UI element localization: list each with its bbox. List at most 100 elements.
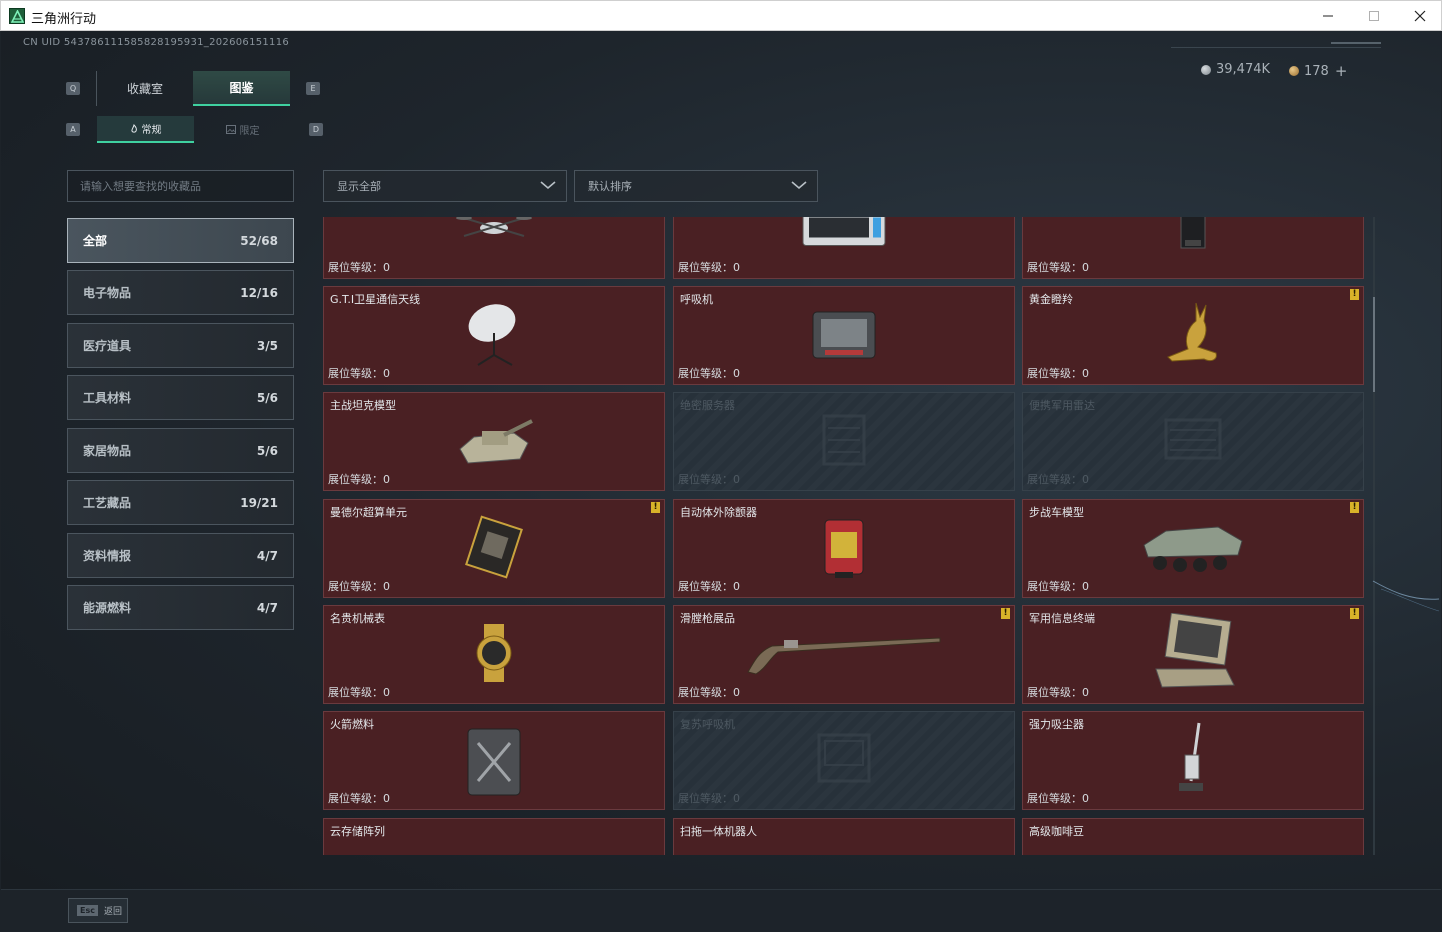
card-level: 展位等级：0	[1027, 578, 1089, 594]
card-title: 强力吸尘器	[1029, 718, 1084, 731]
card-level-label: 展位等级：	[1027, 580, 1082, 593]
vacuum-icon	[1173, 721, 1213, 801]
collection-card[interactable]: 高级咖啡豆展位等级：0	[1022, 818, 1364, 855]
card-level: 展位等级：0	[328, 365, 390, 381]
card-level-label: 展位等级：	[678, 580, 733, 593]
collection-card[interactable]: 军用信息终端 展位等级：0!	[1022, 605, 1364, 704]
card-level-label: 展位等级：	[1027, 473, 1082, 486]
card-title: 高级咖啡豆	[1029, 825, 1084, 838]
currency-gold[interactable]: 178 +	[1289, 62, 1347, 80]
category-crafts[interactable]: 工艺藏品 19/21	[67, 480, 294, 525]
category-fuel[interactable]: 能源燃料 4/7	[67, 585, 294, 630]
server-rack-icon	[814, 410, 874, 474]
tab-codex[interactable]: 图鉴	[193, 71, 290, 106]
collection-card[interactable]: 主战坦克模型 展位等级：0	[323, 392, 665, 491]
card-title: 步战车模型	[1029, 506, 1084, 519]
collection-card[interactable]: 步战车模型 展位等级：0!	[1022, 499, 1364, 598]
card-level-label: 展位等级：	[678, 473, 733, 486]
category-label: 电子物品	[83, 286, 132, 300]
card-level: 展位等级：0	[678, 259, 740, 275]
card-level: 展位等级：0	[328, 684, 390, 700]
storage-array-icon	[439, 851, 549, 856]
gold-coin-icon	[1289, 66, 1299, 76]
collection-card[interactable]: 扫拖一体机器人展位等级：0	[673, 818, 1015, 855]
card-level-value: 0	[1082, 686, 1089, 699]
card-level: 展位等级：0	[678, 578, 740, 594]
card-title: 军用信息终端	[1029, 612, 1095, 625]
collection-card[interactable]: 强力吸尘器 展位等级：0	[1022, 711, 1364, 810]
alert-badge-icon: !	[651, 502, 660, 513]
filter-dropdown-value: 显示全部	[337, 180, 381, 193]
subtab-normal[interactable]: 常规	[97, 116, 194, 143]
close-button[interactable]	[1397, 1, 1442, 31]
collection-card[interactable]: 展位等级：0	[1022, 217, 1364, 279]
card-level-label: 展位等级：	[1027, 367, 1082, 380]
card-level-label: 展位等级：	[328, 367, 383, 380]
header-divider	[1331, 42, 1381, 44]
card-level-label: 展位等级：	[328, 261, 383, 274]
collection-card[interactable]: 自动体外除颤器 展位等级：0	[673, 499, 1015, 598]
card-level-label: 展位等级：	[328, 580, 383, 593]
card-level-label: 展位等级：	[678, 686, 733, 699]
tab-collection-room[interactable]: 收藏室	[96, 71, 193, 106]
back-button[interactable]: Esc 返回	[68, 898, 128, 923]
category-intel[interactable]: 资料情报 4/7	[67, 533, 294, 578]
resuscitator-icon	[809, 729, 879, 793]
subtab-normal-label: 常规	[141, 125, 162, 136]
category-electronics[interactable]: 电子物品 12/16	[67, 270, 294, 315]
card-title: 绝密服务器	[680, 399, 735, 412]
key-q-hint: Q	[66, 82, 80, 95]
collection-grid: 展位等级：0 展位等级：0 展位等级：0 G.T.I卫星通信天线 展位等级：0 呼吸机 展位…	[323, 217, 1375, 855]
robot-icon	[814, 851, 874, 856]
collection-card[interactable]: 展位等级：0	[323, 217, 665, 279]
search-input[interactable]: 请输入想要查找的收藏品	[67, 170, 294, 202]
collection-card[interactable]: G.T.I卫星通信天线 展位等级：0	[323, 286, 665, 385]
server-icon	[799, 217, 889, 254]
category-household[interactable]: 家居物品 5/6	[67, 428, 294, 473]
card-title: 云存储阵列	[330, 825, 385, 838]
collection-card[interactable]: 云存储阵列展位等级：0	[323, 818, 665, 855]
card-title: 火箭燃料	[330, 718, 374, 731]
card-title: 黄金瞪羚	[1029, 293, 1073, 306]
subtab-limited[interactable]: 限定	[194, 116, 291, 143]
collection-card[interactable]: 曼德尔超算单元 展位等级：0!	[323, 499, 665, 598]
card-level-value: 0	[733, 580, 740, 593]
maximize-button[interactable]	[1351, 1, 1397, 31]
card-level-value: 0	[1082, 367, 1089, 380]
ventilator-icon	[809, 306, 879, 366]
back-label: 返回	[103, 907, 122, 917]
category-tools[interactable]: 工具材料 5/6	[67, 375, 294, 420]
collection-card[interactable]: 黄金瞪羚 展位等级：0!	[1022, 286, 1364, 385]
category-all[interactable]: 全部 52/68	[67, 218, 294, 263]
flame-icon	[130, 123, 137, 133]
collection-card[interactable]: 复苏呼吸机 展位等级：0	[673, 711, 1015, 810]
gold-gazelle-icon	[1158, 299, 1228, 373]
category-count: 12/16	[240, 285, 278, 300]
scrollbar-thumb[interactable]	[1373, 297, 1375, 392]
collection-card[interactable]: 名贵机械表 展位等级：0	[323, 605, 665, 704]
collection-card[interactable]: 绝密服务器 展位等级：0	[673, 392, 1015, 491]
radar-icon	[1158, 410, 1228, 474]
user-uid: CN UID 5437861115858281959​31_2026061511…	[23, 37, 290, 48]
sort-dropdown[interactable]: 默认排序	[574, 170, 818, 202]
category-count: 19/21	[240, 495, 278, 510]
add-currency-button[interactable]: +	[1335, 62, 1348, 80]
collection-card[interactable]: 展位等级：0	[673, 217, 1015, 279]
category-medical[interactable]: 医疗道具 3/5	[67, 323, 294, 368]
tank-icon	[454, 409, 534, 475]
card-level-value: 0	[383, 580, 390, 593]
card-level: 展位等级：0	[328, 471, 390, 487]
chevron-down-icon	[791, 181, 807, 190]
currency-coins-value: 39,474K	[1216, 62, 1271, 77]
card-level-value: 0	[1082, 261, 1089, 274]
collection-card[interactable]: 便携军用雷达 展位等级：0	[1022, 392, 1364, 491]
collection-card[interactable]: 呼吸机 展位等级：0	[673, 286, 1015, 385]
app-logo-icon	[9, 8, 25, 24]
collection-card[interactable]: 火箭燃料 展位等级：0	[323, 711, 665, 810]
card-level: 展位等级：0	[1027, 684, 1089, 700]
minimize-button[interactable]	[1305, 1, 1351, 31]
filter-dropdown[interactable]: 显示全部	[323, 170, 567, 202]
key-d-hint: D	[309, 123, 323, 136]
collection-card[interactable]: 滑膛枪展品 展位等级：0!	[673, 605, 1015, 704]
card-level-label: 展位等级：	[678, 792, 733, 805]
